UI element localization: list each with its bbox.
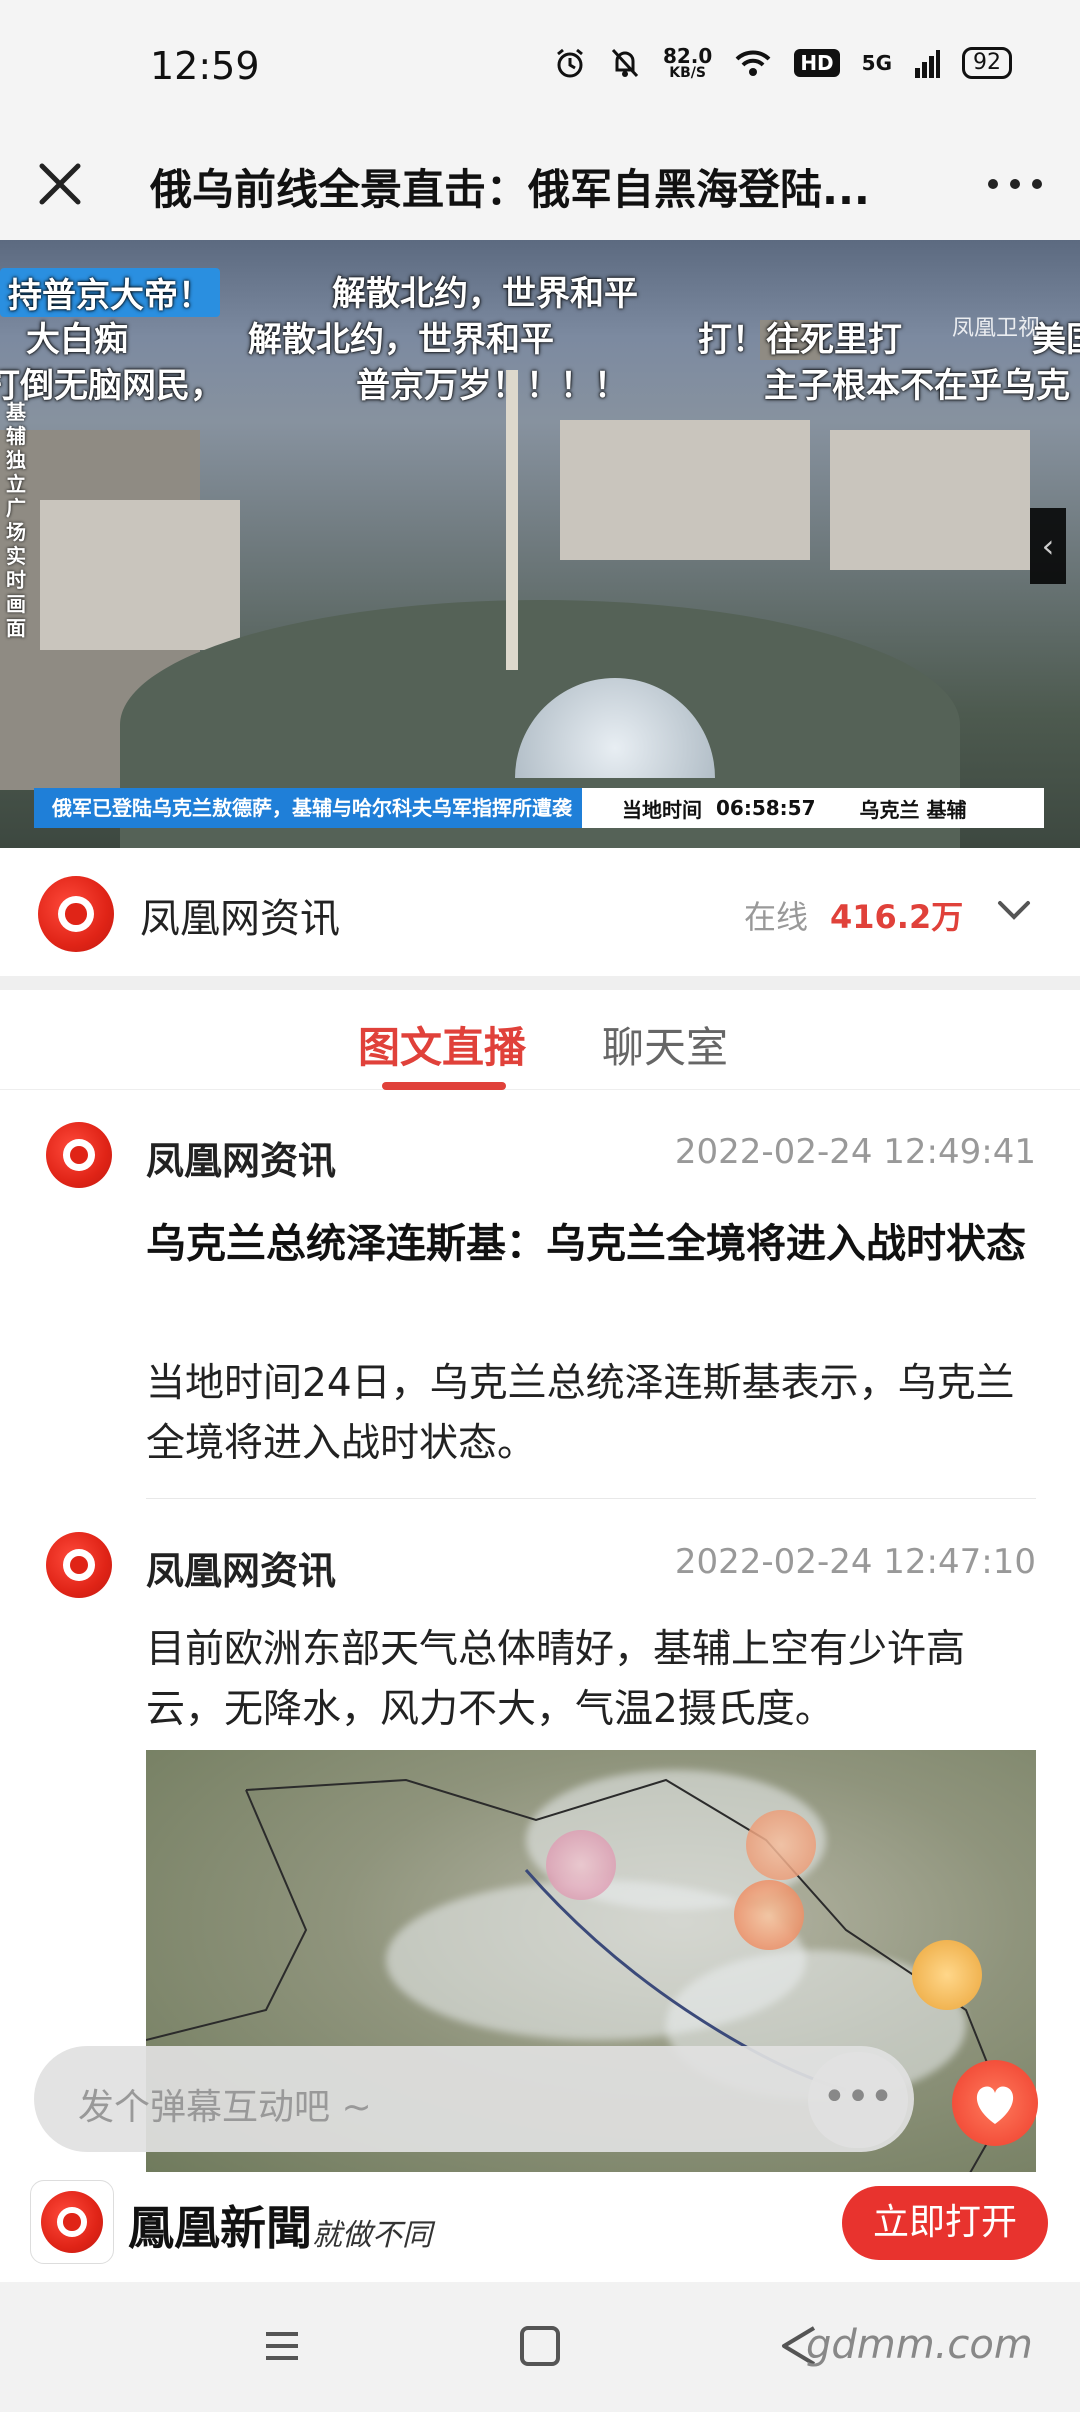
phoenix-logo-icon[interactable] [38,876,114,952]
page-title: 俄乌前线全景直击：俄军自黑海登陆... [150,165,870,214]
danmu-comment: 大白痴 [26,320,128,360]
wifi-icon [735,50,771,76]
battery-indicator: 92 [962,47,1012,79]
danmu-comment: 主子根本不在乎乌克 [764,366,1070,406]
signal-5g-icon: 5G [861,51,892,75]
channel-row: 凤凰网资讯 在线 416.2万 [0,848,1080,976]
app-name: 鳳凰新聞 [128,2201,312,2255]
ticker-place: 乌克兰 基辅 [859,797,967,822]
active-tab-indicator [382,1082,506,1090]
mute-bell-icon [611,48,639,78]
open-app-button[interactable]: 立即打开 [842,2186,1048,2260]
home-icon[interactable] [520,2326,560,2366]
status-icons: 82.0 KB/S HD 5G 92 [553,46,1012,80]
network-speed: 82.0 KB/S [663,46,712,80]
tab-live-text[interactable]: 图文直播 [358,1014,526,1075]
alarm-icon [557,48,583,78]
hd-badge: HD [794,49,840,77]
comment-placeholder: 发个弹幕互动吧 ~ [78,2087,372,2128]
danmu-comment: 普京万岁！！！！ [356,366,628,406]
online-count: 416.2万 [830,898,964,936]
video-scene [40,500,240,650]
site-watermark: gdmm.com [806,2322,1033,2368]
broadcaster-watermark: 凤凰卫视 [951,316,1040,341]
phoenix-logo-icon [41,2191,103,2253]
app-slogan: 就做不同 [312,2218,432,2253]
post-body: 当地时间24日，乌克兰总统泽连斯基表示，乌克兰全境将进入战时状态。 [146,1361,1015,1466]
chevron-left-icon[interactable]: ‹ [1030,508,1066,584]
post-headline: 乌克兰总统泽连斯基：乌克兰全境将进入战时状态 [146,1221,1026,1267]
channel-name[interactable]: 凤凰网资讯 [140,886,340,944]
post-time: 2022-02-24 12:49:41 [674,1132,1036,1172]
network-speed-value: 82.0 [662,44,713,68]
app-logo [30,2180,114,2264]
phoenix-logo-icon [46,1532,112,1598]
title-bar: 俄乌前线全景直击：俄军自黑海登陆... [0,130,1080,240]
danmu-comment: 解散北约，世界和平 [332,274,638,314]
recent-apps-icon[interactable] [262,2326,302,2366]
post-body: 目前欧洲东部天气总体晴好，基辅上空有少许高云，无降水，风力不大，气温2摄氏度。 [146,1627,966,1732]
status-time: 12:59 [150,44,260,88]
ticker-headline: 俄军已登陆乌克兰敖德萨，基辅与哈尔科夫乌军指挥所遭袭 [34,788,582,828]
system-nav-bar: gdmm.com [0,2282,1080,2412]
floating-heart-icon [746,1810,816,1880]
danmu-comment: 解散北约，世界和平 [248,320,554,360]
location-vertical-caption: 基辅独立广场实时画面 [6,400,26,640]
post-author: 凤凰网资讯 [146,1549,337,1593]
video-scene [506,370,518,670]
close-icon[interactable] [28,152,92,216]
ticker-time-label: 当地时间 [622,797,702,822]
post-divider [146,1498,1036,1499]
floating-heart-icon [734,1880,804,1950]
comment-input[interactable]: 发个弹幕互动吧 ~ [34,2046,914,2152]
floating-heart-icon [546,1830,616,1900]
danmu-comment: 打！往死里打 [698,320,902,360]
status-bar: 12:59 82.0 KB/S HD 5G 92 [0,0,1080,130]
phoenix-logo-icon [46,1122,112,1188]
video-scene [830,430,1030,570]
live-feed[interactable]: 凤凰网资讯 2022-02-24 12:49:41 乌克兰总统泽连斯基：乌克兰全… [0,1090,1080,2172]
tab-chat-room[interactable]: 聊天室 [602,1014,728,1075]
more-options-icon[interactable] [980,152,1050,216]
live-video-player[interactable]: 持普京大帝！ 解散北约，世界和平 大白痴 解散北约，世界和平 打！往死里打 美国… [0,240,1080,848]
chevron-down-icon[interactable] [994,890,1034,930]
video-scene [560,420,810,560]
post-author: 凤凰网资讯 [146,1139,337,1183]
tab-bar: 图文直播 聊天室 [0,990,1080,1090]
app-download-banner: 鳳凰新聞 就做不同 立即打开 [0,2172,1080,2282]
floating-heart-icon [912,1940,982,2010]
heart-icon [976,2086,1014,2124]
like-button[interactable] [952,2060,1038,2146]
online-label: 在线 [744,898,809,936]
section-divider [0,976,1080,990]
news-ticker: 俄军已登陆乌克兰敖德萨，基辅与哈尔科夫乌军指挥所遭袭 当地时间 06:58:57… [34,788,1044,828]
signal-bars-icon [915,50,940,78]
ticker-time: 06:58:57 [716,796,816,820]
danmu-comment: 持普京大帝！ [0,268,220,317]
network-speed-unit: KB/S [669,65,706,81]
post-time: 2022-02-24 12:47:10 [674,1542,1036,1582]
more-actions-button[interactable]: ••• [808,2052,908,2148]
